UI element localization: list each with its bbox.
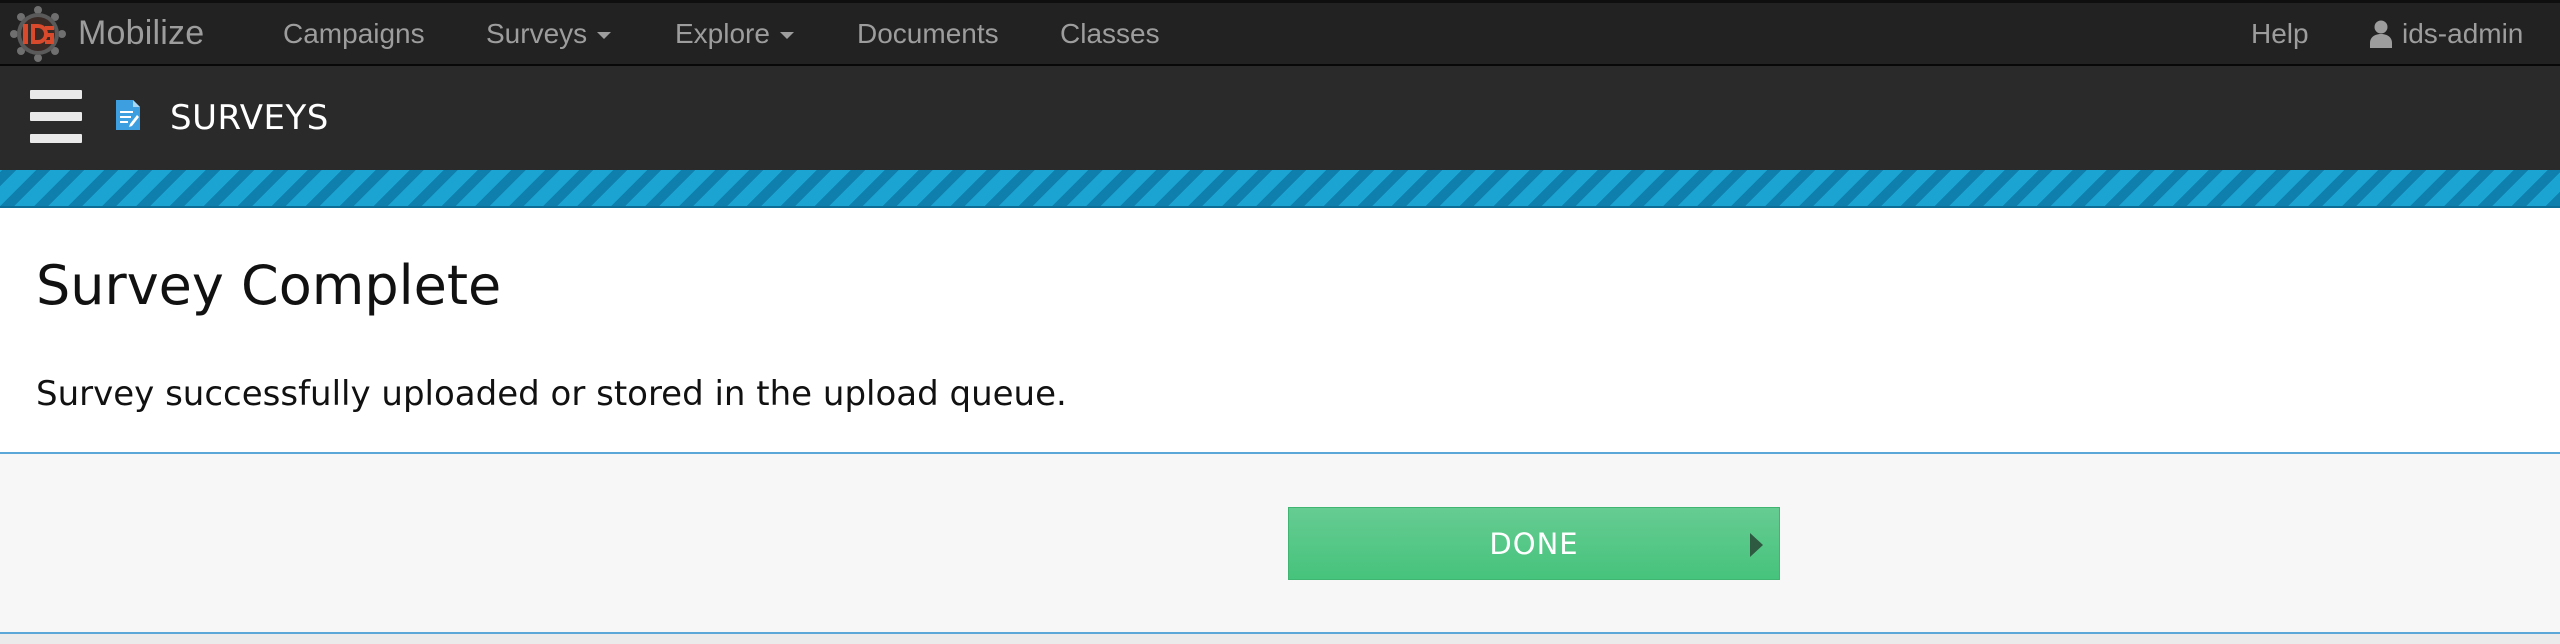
- brand-link[interactable]: Mobilize: [10, 3, 204, 64]
- survey-document-icon: [116, 100, 140, 130]
- nav-help[interactable]: Help: [2251, 3, 2309, 64]
- done-button[interactable]: DONE: [1288, 507, 1780, 580]
- nav-campaigns[interactable]: Campaigns: [283, 3, 425, 64]
- top-navbar: Mobilize Campaigns Surveys Explore Docum…: [0, 0, 2560, 66]
- content-heading: Survey Complete: [36, 254, 502, 317]
- nav-campaigns-label: Campaigns: [283, 17, 425, 49]
- play-arrow-icon: [1750, 533, 1763, 557]
- caret-down-icon: [779, 31, 794, 39]
- page-header: SURVEYS: [0, 66, 2560, 170]
- content-message: Survey successfully uploaded or stored i…: [36, 374, 1067, 414]
- brand-name: Mobilize: [78, 14, 205, 52]
- ids-gear-logo-icon: [10, 5, 66, 62]
- nav-classes-label: Classes: [1060, 17, 1160, 49]
- nav-documents-label: Documents: [857, 17, 999, 49]
- progress-stripe-banner: [0, 170, 2560, 208]
- caret-down-icon: [597, 31, 612, 39]
- nav-help-label: Help: [2251, 17, 2309, 49]
- survey-complete-panel: Survey Complete Survey successfully uplo…: [0, 208, 2560, 454]
- nav-classes[interactable]: Classes: [1060, 3, 1160, 64]
- nav-documents[interactable]: Documents: [857, 3, 999, 64]
- nav-explore-dropdown[interactable]: Explore: [675, 3, 794, 64]
- nav-surveys-dropdown[interactable]: Surveys: [486, 3, 612, 64]
- done-button-label: DONE: [1489, 526, 1579, 561]
- action-footer: DONE: [0, 454, 2560, 634]
- nav-user-menu[interactable]: ids-admin: [2370, 3, 2523, 64]
- hamburger-menu-icon[interactable]: [30, 90, 82, 144]
- nav-explore-label: Explore: [675, 17, 770, 49]
- user-icon: [2370, 20, 2392, 48]
- user-name: ids-admin: [2402, 17, 2524, 49]
- nav-surveys-label: Surveys: [486, 17, 588, 49]
- page-title: SURVEYS: [170, 98, 329, 138]
